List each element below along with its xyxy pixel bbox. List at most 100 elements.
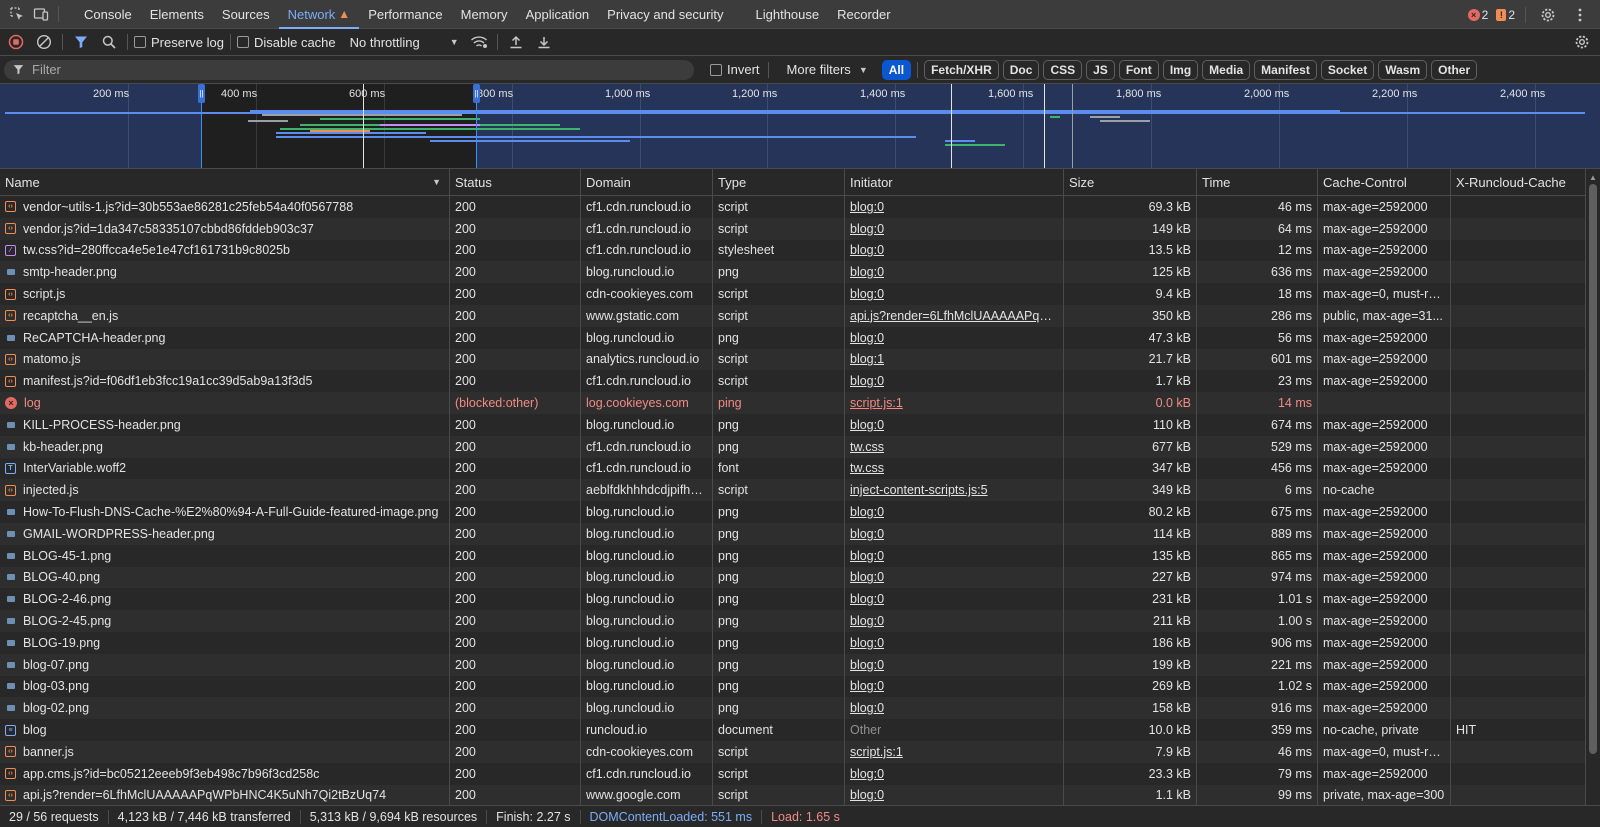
table-row[interactable]: KILL-PROCESS-header.png 200 blog.runcloud.… bbox=[0, 413, 1586, 436]
column-header-time[interactable]: Time bbox=[1197, 169, 1318, 195]
table-row[interactable]: BLOG-19.png 200 blog.runcloud.io png blog:0 1… bbox=[0, 631, 1586, 654]
initiator-link[interactable]: script.js:1 bbox=[850, 745, 903, 759]
search-icon[interactable] bbox=[97, 30, 121, 54]
error-count-badge[interactable]: × 2 bbox=[1467, 8, 1488, 22]
network-overview-timeline[interactable]: 200 ms 400 ms 600 ms 800 ms 1,000 ms 1,200 ms… bbox=[0, 84, 1600, 169]
overview-range-handle-icon[interactable]: || bbox=[473, 84, 480, 103]
filter-chip-socket[interactable]: Socket bbox=[1320, 59, 1375, 80]
table-row[interactable]: ‹› matomo.js 200 analytics.runcloud.io scrip… bbox=[0, 348, 1586, 371]
table-row[interactable]: BLOG-45-1.png 200 blog.runcloud.io png blog:… bbox=[0, 544, 1586, 567]
initiator-link[interactable]: blog:0 bbox=[850, 658, 884, 672]
vertical-scrollbar[interactable]: ▲ bbox=[1586, 169, 1600, 805]
filter-chip-wasm[interactable]: Wasm bbox=[1378, 59, 1428, 80]
initiator-link[interactable]: blog:0 bbox=[850, 549, 884, 563]
column-header-status[interactable]: Status bbox=[450, 169, 581, 195]
table-row[interactable]: ‹› script.js 200 cdn-cookieyes.com script blo… bbox=[0, 283, 1586, 305]
initiator-link[interactable]: blog:0 bbox=[850, 222, 884, 236]
table-row[interactable]: T InterVariable.woff2 200 cf1.cdn.runcloud.… bbox=[0, 457, 1586, 480]
table-row[interactable]: ‹› recaptcha__en.js 200 www.gstatic.com scri… bbox=[0, 304, 1586, 327]
cell-initiator[interactable]: tw.css bbox=[845, 435, 1064, 458]
cell-initiator[interactable]: blog:0 bbox=[845, 522, 1064, 545]
table-row[interactable]: ⁄ tw.css?id=280ffcca4e5e1e47cf161731b9c80… bbox=[0, 239, 1586, 262]
cell-initiator[interactable]: blog:0 bbox=[845, 762, 1064, 785]
initiator-link[interactable]: blog:0 bbox=[850, 701, 884, 715]
filter-chip-font[interactable]: Font bbox=[1118, 59, 1159, 80]
table-row[interactable]: BLOG-2-46.png 200 blog.runcloud.io png blog:… bbox=[0, 588, 1586, 611]
initiator-link[interactable]: blog:0 bbox=[850, 374, 884, 388]
tab-performance[interactable]: Performance bbox=[359, 0, 451, 29]
initiator-link[interactable]: blog:0 bbox=[850, 331, 884, 345]
export-har-download-icon[interactable] bbox=[532, 30, 556, 54]
table-row[interactable]: BLOG-2-45.png 200 blog.runcloud.io png blog:… bbox=[0, 610, 1586, 632]
tab-application[interactable]: Application bbox=[517, 0, 599, 29]
more-filters-dropdown[interactable]: More filters ▼ bbox=[787, 62, 868, 77]
tab-elements[interactable]: Elements bbox=[141, 0, 213, 29]
cell-initiator[interactable]: blog:0 bbox=[845, 784, 1064, 805]
initiator-link[interactable]: script.js:1 bbox=[850, 396, 903, 410]
cell-initiator[interactable]: blog:1 bbox=[845, 348, 1064, 371]
table-row[interactable]: ‹› vendor~utils-1.js?id=30b553ae86281c25f… bbox=[0, 196, 1586, 218]
cell-initiator[interactable]: inject-content-scripts.js:5 bbox=[845, 479, 1064, 502]
tab-privacy-and-security[interactable]: Privacy and security bbox=[598, 0, 732, 29]
table-row[interactable]: × log (blocked:other) log.cookieyes.com ping… bbox=[0, 392, 1586, 414]
throttling-select[interactable]: No throttling ▼ bbox=[350, 35, 459, 50]
filter-chip-js[interactable]: JS bbox=[1086, 59, 1115, 80]
cell-initiator[interactable]: blog:0 bbox=[845, 631, 1064, 654]
cell-initiator[interactable]: script.js:1 bbox=[845, 740, 1064, 763]
settings-gear-icon[interactable] bbox=[1536, 3, 1560, 27]
filter-chip-css[interactable]: CSS bbox=[1043, 59, 1083, 80]
checkbox-box[interactable] bbox=[236, 36, 249, 48]
cell-initiator[interactable]: blog:0 bbox=[845, 239, 1064, 262]
warning-count-badge[interactable]: ! 2 bbox=[1496, 8, 1515, 22]
column-header-size[interactable]: Size bbox=[1064, 169, 1197, 195]
cell-initiator[interactable]: tw.css bbox=[845, 457, 1064, 480]
column-header-x-runcloud-cache[interactable]: X-Runcloud-Cache bbox=[1451, 169, 1586, 195]
device-toolbar-icon[interactable] bbox=[30, 3, 52, 25]
table-row[interactable]: ≡ blog 200 runcloud.io document Other 10.0 kB 3… bbox=[0, 719, 1586, 741]
cell-initiator[interactable]: blog:0 bbox=[845, 283, 1064, 305]
column-header-name[interactable]: Name ▼ bbox=[0, 169, 450, 195]
filter-chip-fetchxhr[interactable]: Fetch/XHR bbox=[924, 59, 999, 80]
initiator-link[interactable]: blog:0 bbox=[850, 287, 884, 301]
cell-initiator[interactable]: blog:0 bbox=[845, 610, 1064, 632]
table-row[interactable]: ‹› manifest.js?id=f06df1eb3fcc19a1cc39d5a… bbox=[0, 370, 1586, 393]
tab-recorder[interactable]: Recorder bbox=[828, 0, 899, 29]
table-row[interactable]: kb-header.png 200 cf1.cdn.runcloud.io png tw… bbox=[0, 435, 1586, 458]
overview-range-handle-icon[interactable]: || bbox=[198, 84, 205, 103]
checkbox-box[interactable] bbox=[710, 63, 722, 76]
network-conditions-wifi-icon[interactable] bbox=[467, 30, 491, 54]
table-row[interactable]: blog-07.png 200 blog.runcloud.io png blog:0 1… bbox=[0, 653, 1586, 676]
table-row[interactable]: ReCAPTCHA-header.png 200 blog.runcloud.io p… bbox=[0, 326, 1586, 349]
column-header-domain[interactable]: Domain bbox=[581, 169, 713, 195]
filter-chip-manifest[interactable]: Manifest bbox=[1254, 59, 1317, 80]
cell-initiator[interactable]: blog:0 bbox=[845, 675, 1064, 698]
network-settings-gear-icon[interactable] bbox=[1570, 30, 1594, 54]
initiator-link[interactable]: api.js?render=6LfhMclUAAAAAPqWPbH bbox=[850, 309, 1058, 323]
initiator-link[interactable]: blog:0 bbox=[850, 243, 884, 257]
tab-memory[interactable]: Memory bbox=[452, 0, 517, 29]
checkbox-box[interactable] bbox=[134, 36, 146, 48]
filter-chip-media[interactable]: Media bbox=[1202, 59, 1251, 80]
initiator-link[interactable]: blog:0 bbox=[850, 200, 884, 214]
table-row[interactable]: ‹› vendor.js?id=1da347c58335107cbbd86fdde… bbox=[0, 217, 1586, 240]
table-row[interactable]: ‹› injected.js 200 aeblfdkhhhdcdjpifhh... sc… bbox=[0, 479, 1586, 502]
filter-chip-doc[interactable]: Doc bbox=[1002, 59, 1040, 80]
table-row[interactable]: BLOG-40.png 200 blog.runcloud.io png blog:0 2… bbox=[0, 566, 1586, 589]
initiator-link[interactable]: blog:0 bbox=[850, 592, 884, 606]
cell-initiator[interactable]: blog:0 bbox=[845, 653, 1064, 676]
initiator-link[interactable]: blog:0 bbox=[850, 614, 884, 628]
filter-chip-img[interactable]: Img bbox=[1162, 59, 1199, 80]
cell-initiator[interactable]: blog:0 bbox=[845, 326, 1064, 349]
table-row[interactable]: GMAIL-WORDPRESS-header.png 200 blog.runclo… bbox=[0, 522, 1586, 545]
cell-initiator[interactable]: script.js:1 bbox=[845, 392, 1064, 414]
cell-initiator[interactable]: blog:0 bbox=[845, 501, 1064, 523]
initiator-link[interactable]: tw.css bbox=[850, 440, 884, 454]
column-header-initiator[interactable]: Initiator bbox=[845, 169, 1064, 195]
initiator-link[interactable]: blog:0 bbox=[850, 788, 884, 802]
filter-input[interactable]: Filter bbox=[4, 59, 694, 80]
initiator-link[interactable]: inject-content-scripts.js:5 bbox=[850, 483, 988, 497]
cell-initiator[interactable]: blog:0 bbox=[845, 544, 1064, 567]
filter-chip-all[interactable]: All bbox=[881, 59, 912, 80]
initiator-link[interactable]: blog:0 bbox=[850, 418, 884, 432]
initiator-link[interactable]: blog:0 bbox=[850, 679, 884, 693]
